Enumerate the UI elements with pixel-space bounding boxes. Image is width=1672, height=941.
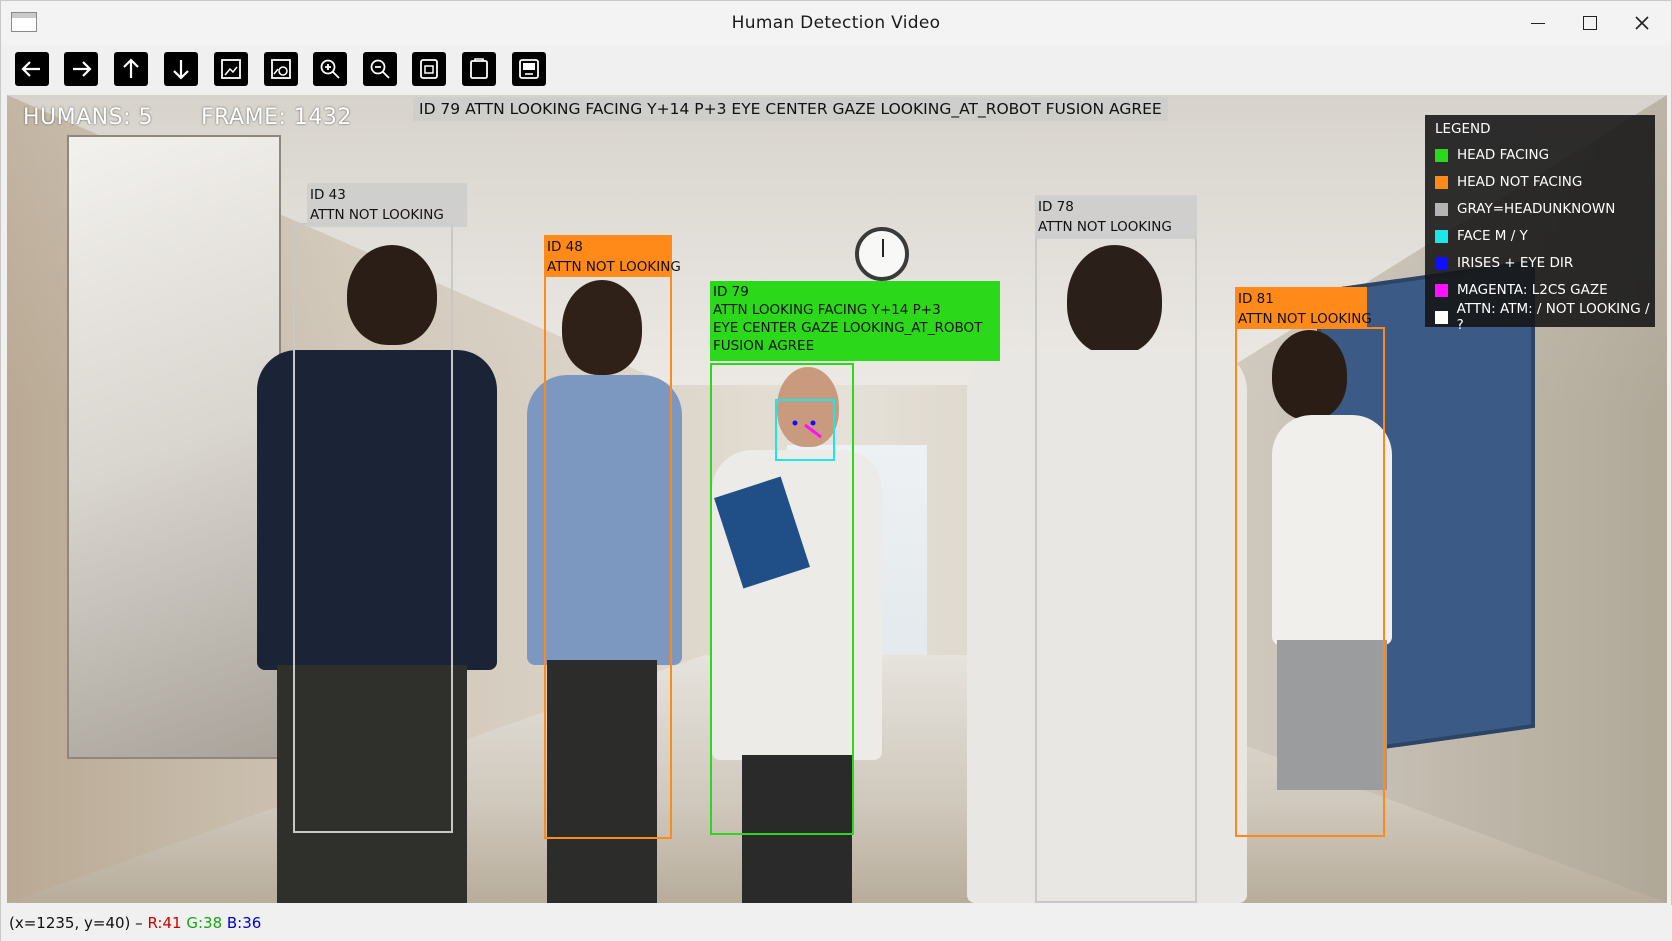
pan-down-button[interactable] [164,52,198,86]
properties-icon [519,59,539,79]
legend-title: LEGEND [1435,121,1491,137]
pixel-blue-value: B:36 [226,914,262,932]
legend-label: GRAY=HEADUNKNOWN [1457,201,1616,217]
legend-swatch [1435,175,1448,189]
detection-id: ID 79 [713,284,749,300]
window-title: Human Detection Video [731,13,941,33]
detection-gaze: EYE CENTER GAZE LOOKING_AT_ROBOT [713,320,983,336]
close-button[interactable] [1619,7,1665,39]
status-bar: (x=1235, y=40) – R:41 G:38 B:36 [1,905,1672,941]
legend-item: HEAD FACING [1435,147,1549,163]
legend-item: GRAY=HEADUNKNOWN [1435,201,1615,217]
pixel-green-value: G:38 [186,914,223,932]
properties-button[interactable] [512,52,546,86]
arrow-down-icon [173,60,189,80]
cursor-coordinates: (x=1235, y=40) – [9,914,143,932]
maximize-icon [1583,16,1597,30]
detection-box-81[interactable] [1235,327,1385,837]
legend-item: HEAD NOT FACING [1435,174,1582,190]
copy-clipboard-button[interactable] [462,52,496,86]
close-icon [1635,16,1649,30]
zoom-out-button[interactable] [363,52,397,86]
arrow-right-icon [73,61,92,77]
pan-left-button[interactable] [15,52,49,86]
app-window: Human Detection Video HUMANS: 5 FRAME: 1… [0,0,1672,941]
zoom-fit-button[interactable] [214,52,248,86]
legend-label: MAGENTA: L2CS GAZE [1457,282,1608,298]
legend-label: HEAD NOT FACING [1457,174,1583,190]
save-button[interactable] [412,52,446,86]
zoom-in-icon [320,59,340,79]
frame-counter: FRAME: 1432 [201,105,352,130]
arrow-left-icon [21,61,40,77]
detection-attention: ATTN NOT LOOKING [310,207,444,223]
detection-id: ID 81 [1238,291,1274,307]
detection-box-43[interactable] [293,223,453,833]
detection-id: ID 48 [547,239,583,255]
maximize-button[interactable] [1567,7,1613,39]
image-region-icon [271,59,291,79]
legend-item: MAGENTA: L2CS GAZE [1435,282,1608,298]
detection-label-78: ID 78 ATTN NOT LOOKING [1035,195,1197,239]
legend-item: IRISES + EYE DIR [1435,255,1573,271]
legend-swatch [1435,148,1448,162]
toolbar [1,45,1671,93]
legend-panel: LEGEND HEAD FACING HEAD NOT FACING GRAY=… [1425,115,1655,333]
detection-fusion: FUSION AGREE [713,338,815,354]
minimize-button[interactable] [1515,7,1561,39]
legend-item: ATTN: ATM: / NOT LOOKING / ? [1435,301,1655,333]
zoom-out-icon [370,59,390,79]
title-bar: Human Detection Video [1,1,1671,45]
arrow-up-icon [123,58,139,78]
legend-label: HEAD FACING [1457,147,1550,163]
humans-count: HUMANS: 5 [23,105,154,130]
legend-swatch [1435,310,1448,324]
detection-id: ID 78 [1038,199,1074,215]
detection-label-48: ID 48 ATTN NOT LOOKING [544,235,681,277]
legend-swatch [1435,202,1448,216]
pan-up-button[interactable] [114,52,148,86]
save-icon [420,59,438,79]
gaze-vector-79 [792,420,822,439]
legend-swatch [1435,229,1448,243]
legend-swatch [1435,283,1448,297]
detection-attention: ATTN LOOKING FACING Y+14 P+3 [713,302,941,318]
pan-right-button[interactable] [64,52,98,86]
zoom-in-button[interactable] [313,52,347,86]
detection-attention: ATTN NOT LOOKING [1038,219,1172,235]
detection-attention: ATTN NOT LOOKING [1238,311,1372,327]
detection-id: ID 43 [310,187,346,203]
legend-swatch [1435,256,1448,270]
pixel-red-value: R:41 [147,914,182,932]
zoom-region-button[interactable] [264,52,298,86]
detection-label-79: ID 79 ATTN LOOKING FACING Y+14 P+3 EYE C… [710,281,1000,361]
scene-wall-clock [855,227,909,281]
detection-attention: ATTN NOT LOOKING [547,259,681,275]
legend-label: FACE M / Y [1457,228,1528,244]
primary-target-banner: ID 79 ATTN LOOKING FACING Y+14 P+3 EYE C… [413,97,1168,121]
detection-box-78[interactable] [1035,235,1197,903]
detection-label-81: ID 81 ATTN NOT LOOKING [1235,287,1372,327]
legend-label: ATTN: ATM: / NOT LOOKING / ? [1456,301,1650,333]
legend-item: FACE M / Y [1435,228,1528,244]
detection-box-48[interactable] [544,275,672,839]
clipboard-icon [470,58,488,79]
video-frame[interactable]: HUMANS: 5 FRAME: 1432 ID 79 ATTN LOOKING… [7,95,1667,903]
detection-label-43: ID 43 ATTN NOT LOOKING [307,183,467,227]
legend-label: IRISES + EYE DIR [1457,255,1574,271]
minimize-icon [1531,22,1545,24]
scene-wall-portrait [67,135,281,759]
image-fit-icon [221,59,241,79]
